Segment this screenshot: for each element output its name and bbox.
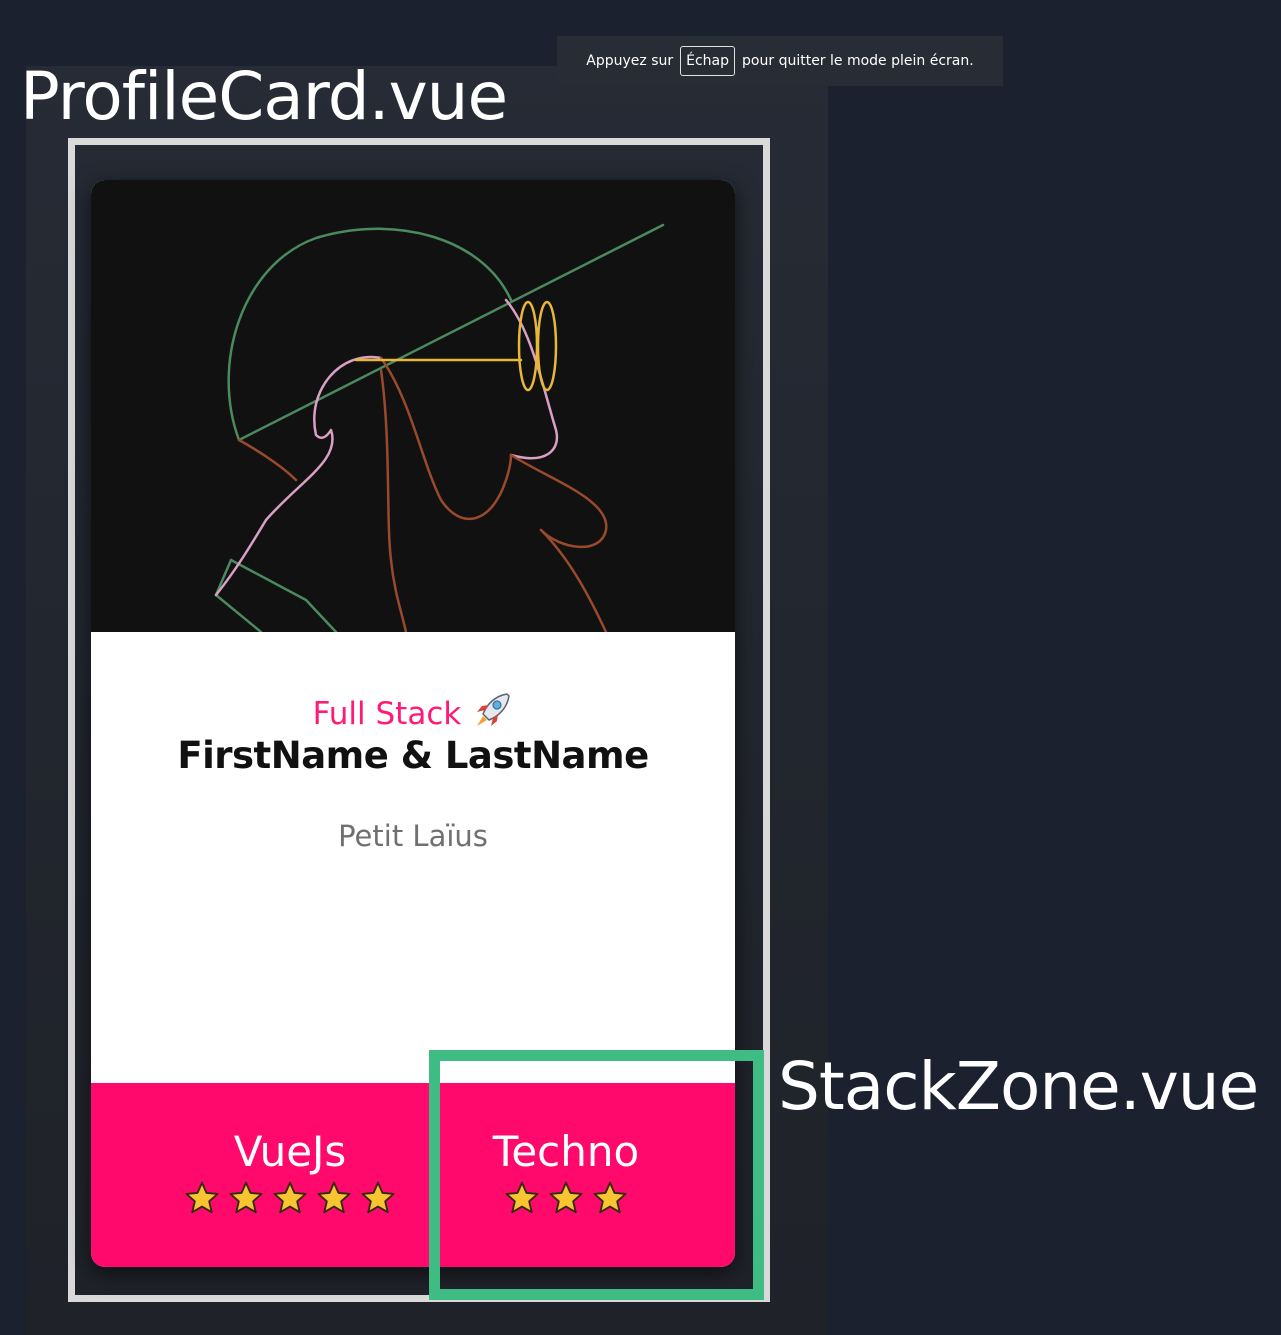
rocket-icon xyxy=(473,690,513,738)
profile-illustration xyxy=(91,180,735,632)
star-icon xyxy=(273,1181,307,1214)
banner-prefix: Appuyez sur xyxy=(586,53,674,69)
profile-details: Full Stack FirstName & LastName Petit La… xyxy=(91,632,735,1083)
stack-zone-label: StackZone.vue xyxy=(778,1048,1259,1125)
full-name: FirstName & LastName xyxy=(177,734,649,777)
star-icon xyxy=(317,1181,351,1214)
star-icon xyxy=(185,1181,219,1214)
stack-zone-highlight xyxy=(429,1050,764,1300)
role-text: Full Stack xyxy=(312,696,462,732)
fullscreen-banner: Appuyez sur Échap pour quitter le mode p… xyxy=(557,36,1003,86)
escape-key-badge: Échap xyxy=(680,46,736,76)
banner-suffix: pour quitter le mode plein écran. xyxy=(742,53,974,69)
star-icon xyxy=(229,1181,263,1214)
bio-text: Petit Laïus xyxy=(338,819,488,853)
line-art-portrait-icon xyxy=(214,223,665,632)
role-line: Full Stack xyxy=(91,690,735,738)
profile-card-label: ProfileCard.vue xyxy=(20,58,508,135)
star-icon xyxy=(361,1181,395,1214)
